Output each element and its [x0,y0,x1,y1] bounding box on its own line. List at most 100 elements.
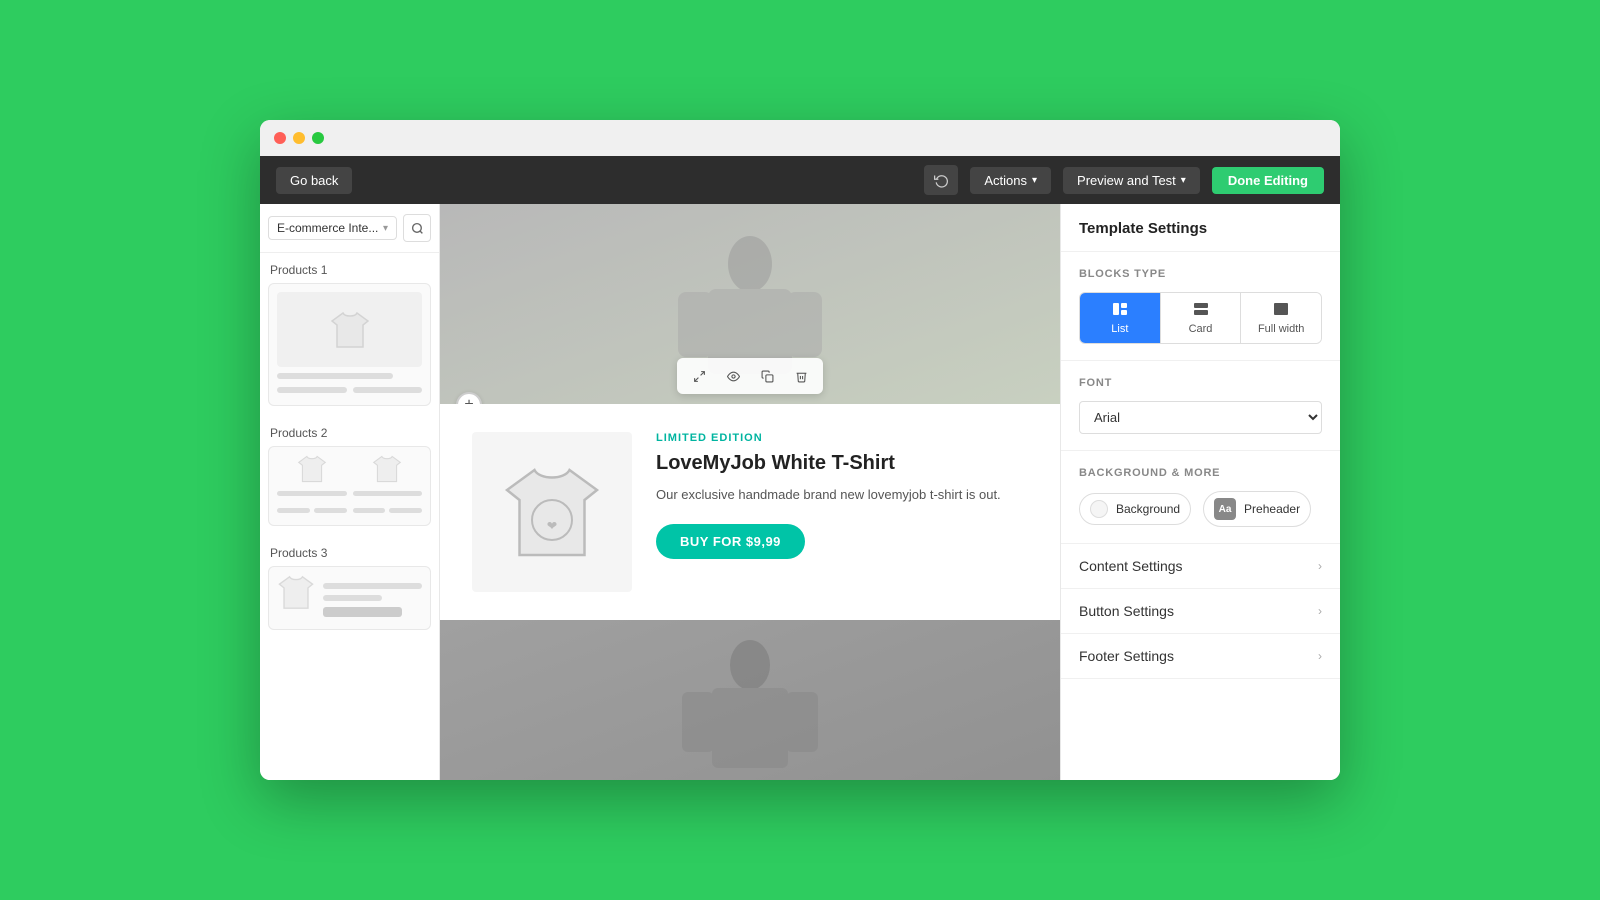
left-sidebar: E-commerce Inte... ▾ Products 1 [260,204,440,780]
chevron-right-icon-content: › [1318,559,1322,573]
card-icon [1193,301,1209,319]
background-chip[interactable]: Background [1079,493,1191,525]
actions-button[interactable]: Actions ▾ [970,167,1051,194]
block-type-fullwidth-button[interactable]: Full width [1241,293,1321,343]
blocks-type-section: BLOCKS TYPE List [1061,252,1340,361]
placeholder-line [353,508,386,513]
move-icon [693,370,706,383]
fullwidth-icon [1273,301,1289,319]
trash-icon [795,370,808,383]
dot-yellow[interactable] [293,132,305,144]
placeholder-line [277,508,310,513]
placeholder-line [353,491,423,496]
browser-chrome [260,120,1340,156]
placeholder-line [323,607,402,617]
block-type-card-button[interactable]: Card [1161,293,1242,343]
email-hero-top: + [440,204,1060,404]
tshirt-icon-2a [297,455,327,483]
tshirt-row [277,455,422,517]
block-type-list-button[interactable]: List [1080,293,1161,343]
tshirt-icon-2b [372,455,402,483]
browser-window: Go back Actions ▾ Preview and Test ▾ Don… [260,120,1340,780]
chevron-right-icon-footer: › [1318,649,1322,663]
actions-chevron-icon: ▾ [1032,175,1037,186]
placeholder-line [314,508,347,513]
panel-title: Template Settings [1061,204,1340,252]
dot-green[interactable] [312,132,324,144]
product-description: Our exclusive handmade brand new lovemyj… [656,485,1028,506]
products-2-label: Products 2 [260,416,439,446]
product-image: ❤ [472,432,632,592]
products-section-1: Products 1 [260,253,439,406]
background-more-label: BACKGROUND & MORE [1079,467,1322,479]
placeholder-line [277,373,393,379]
button-settings-row[interactable]: Button Settings › [1061,589,1340,634]
hero-image-svg-bottom [650,620,850,780]
buy-button[interactable]: BUY FOR $9,99 [656,524,805,559]
ecommerce-dropdown[interactable]: E-commerce Inte... ▾ [268,216,397,240]
placeholder-line [323,583,422,589]
go-back-button[interactable]: Go back [276,167,352,194]
font-select[interactable]: Arial Georgia Helvetica Times New Roman … [1079,401,1322,434]
card-layout-icon [1193,301,1209,317]
products-1-label: Products 1 [260,253,439,283]
background-more-section: BACKGROUND & MORE Background Aa Preheade… [1061,451,1340,544]
tshirt-icon-3 [277,575,315,610]
product-image-container: ❤ [472,432,632,592]
hero-image-bottom [440,620,1060,780]
placeholder-line [277,491,347,496]
delete-button[interactable] [787,362,815,390]
block-toolbar-top [677,358,823,394]
blocks-type-label: BLOCKS TYPE [1079,268,1322,280]
product-info: LIMITED EDITION LoveMyJob White T-Shirt … [656,432,1028,559]
svg-text:❤: ❤ [547,519,558,533]
content-settings-row[interactable]: Content Settings › [1061,544,1340,589]
email-product-block: ❤ LIMITED EDITION LoveMyJob White T-Shir… [440,404,1060,620]
dropdown-chevron-icon: ▾ [383,223,388,234]
list-icon [1112,301,1128,319]
list-layout-icon [1112,301,1128,317]
chevron-right-icon-button: › [1318,604,1322,618]
products-section-2: Products 2 [260,416,439,526]
badge: LIMITED EDITION [656,432,1028,444]
search-button[interactable] [403,214,431,242]
product-thumbnail-1 [277,292,422,367]
right-panel: Template Settings BLOCKS TYPE List [1060,204,1340,780]
product-card-3[interactable] [268,566,431,630]
main-layout: E-commerce Inte... ▾ Products 1 [260,204,1340,780]
sidebar-search-bar: E-commerce Inte... ▾ [260,204,439,253]
move-up-button[interactable] [685,362,713,390]
placeholder-line [389,508,422,513]
fullwidth-layout-icon [1273,301,1289,317]
products-3-label: Products 3 [260,536,439,566]
preview-chevron-icon: ▾ [1181,175,1186,186]
preview-and-test-button[interactable]: Preview and Test ▾ [1063,167,1200,194]
history-button[interactable] [924,165,958,195]
top-nav: Go back Actions ▾ Preview and Test ▾ Don… [260,156,1340,204]
eye-button[interactable] [719,362,747,390]
tshirt-icon-1 [330,311,370,349]
footer-settings-row[interactable]: Footer Settings › [1061,634,1340,679]
preheader-chip[interactable]: Aa Preheader [1203,491,1311,527]
search-icon [411,222,424,235]
background-swatch [1090,500,1108,518]
product-card-2[interactable] [268,446,431,526]
aa-badge: Aa [1214,498,1236,520]
duplicate-button[interactable] [753,362,781,390]
products-section-3: Products 3 [260,536,439,630]
placeholder-line [353,387,423,393]
email-hero-bottom [440,620,1060,780]
eye-icon [727,370,740,383]
copy-icon [761,370,774,383]
history-icon [934,173,949,188]
product-card-1[interactable] [268,283,431,406]
center-content: + ❤ LIMITED EDITION LoveMyJob White T-S [440,204,1060,780]
background-row: Background Aa Preheader [1079,491,1322,527]
product-tshirt-svg: ❤ [502,465,602,560]
font-section: FONT Arial Georgia Helvetica Times New R… [1061,361,1340,451]
product-title: LoveMyJob White T-Shirt [656,452,1028,475]
dot-red[interactable] [274,132,286,144]
placeholder-line [277,387,347,393]
done-editing-button[interactable]: Done Editing [1212,167,1324,194]
blocks-type-group: List Card [1079,292,1322,344]
